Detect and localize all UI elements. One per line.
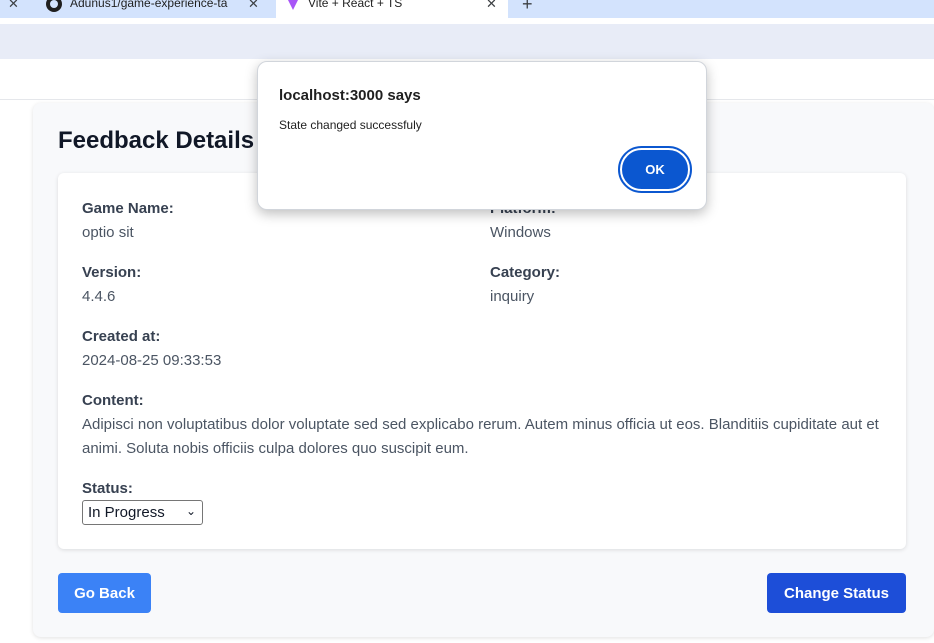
change-status-button[interactable]: Change Status xyxy=(767,573,906,613)
created-at-value: 2024-08-25 09:33:53 xyxy=(82,352,222,369)
status-label: Status: xyxy=(82,480,133,497)
address-bar-area xyxy=(0,24,934,59)
content-label: Content: xyxy=(82,392,144,409)
browser-toolbar xyxy=(0,18,934,59)
chevron-down-icon: ⌄ xyxy=(185,504,196,518)
tab-title: Vite + React + TS xyxy=(308,0,403,10)
status-select[interactable]: In Progress ⌄ xyxy=(82,500,203,525)
dialog-ok-button[interactable]: OK xyxy=(618,146,692,193)
content-value: Adipisci non voluptatibus dolor voluptat… xyxy=(82,416,879,457)
status-select-value: In Progress xyxy=(88,504,165,521)
game-name-label: Game Name: xyxy=(82,200,174,217)
close-icon[interactable]: ✕ xyxy=(248,0,259,12)
dialog-title: localhost:3000 says xyxy=(279,87,421,104)
game-name-value: optio sit xyxy=(82,224,134,241)
created-at-label: Created at: xyxy=(82,328,161,345)
alert-dialog: localhost:3000 says State changed succes… xyxy=(257,61,707,210)
browser-tabstrip: ✕ Adunus1/game-experience-ta ✕ Vite + Re… xyxy=(0,0,934,18)
vite-icon xyxy=(286,0,300,10)
go-back-button[interactable]: Go Back xyxy=(58,573,151,613)
dialog-message: State changed successfuly xyxy=(279,118,422,132)
close-icon[interactable]: ✕ xyxy=(486,0,497,12)
github-icon xyxy=(46,0,62,12)
category-label: Category: xyxy=(490,264,561,281)
browser-tab-vite[interactable]: Vite + React + TS ✕ xyxy=(276,0,508,18)
category-value: inquiry xyxy=(490,288,535,305)
new-tab-button[interactable]: + xyxy=(522,0,533,15)
browser-tab-github[interactable]: ✕ Adunus1/game-experience-ta ✕ xyxy=(0,0,276,18)
page-title: Feedback Details xyxy=(58,127,255,154)
tab-title: Adunus1/game-experience-ta xyxy=(70,0,228,10)
version-value: 4.4.6 xyxy=(82,288,116,305)
close-icon[interactable]: ✕ xyxy=(8,0,19,12)
version-label: Version: xyxy=(82,264,142,281)
platform-value: Windows xyxy=(490,224,551,241)
